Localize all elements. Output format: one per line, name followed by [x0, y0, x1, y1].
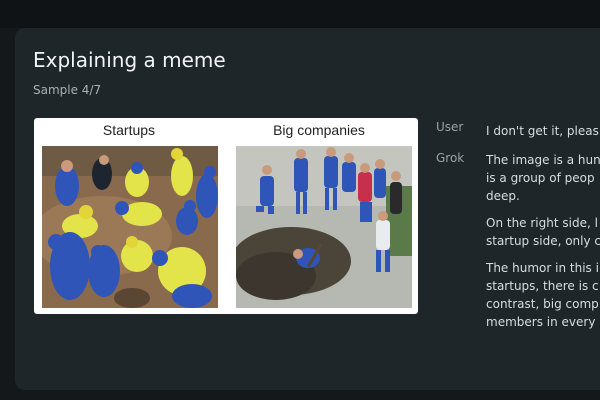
paragraph-line: contrast, big comp: [486, 297, 599, 311]
paragraph-line: deep.: [486, 189, 520, 203]
assistant-paragraph: The image is a hun is a group of peop de…: [486, 151, 600, 205]
paragraph-line: startups, there is c: [486, 279, 599, 293]
page-title: Explaining a meme: [33, 48, 226, 72]
assistant-paragraph: The humor in this i startups, there is c…: [486, 259, 600, 331]
assistant-role-label: Grok: [436, 151, 465, 165]
paragraph-line: On the right side, l: [486, 216, 598, 230]
paragraph-line: The humor in this i: [486, 261, 599, 275]
meme-label-startups: Startups: [102, 122, 156, 138]
conversation-panel: User I don't get it, pleas Grok The imag…: [436, 118, 600, 378]
meme-label-big-companies: Big companies: [273, 122, 365, 138]
startups-photo: [42, 146, 218, 308]
top-bar: [0, 0, 600, 28]
meme-image: Startups Big companies: [34, 118, 418, 314]
paragraph-line: is a group of peop: [486, 171, 595, 185]
assistant-message-text: The image is a hun is a group of peop de…: [486, 151, 600, 340]
sample-counter: Sample 4/7: [33, 83, 102, 97]
big-companies-photo: [236, 146, 412, 308]
user-message-line: I don't get it, pleas: [486, 124, 599, 138]
sample-card: Explaining a meme Sample 4/7 Startups Bi…: [15, 28, 600, 390]
paragraph-line: members in every: [486, 315, 596, 329]
paragraph-line: startup side, only c: [486, 234, 600, 248]
assistant-paragraph: On the right side, l startup side, only …: [486, 214, 600, 250]
user-message-text: I don't get it, pleas: [486, 122, 600, 140]
user-role-label: User: [436, 120, 464, 134]
paragraph-line: The image is a hun: [486, 153, 600, 167]
